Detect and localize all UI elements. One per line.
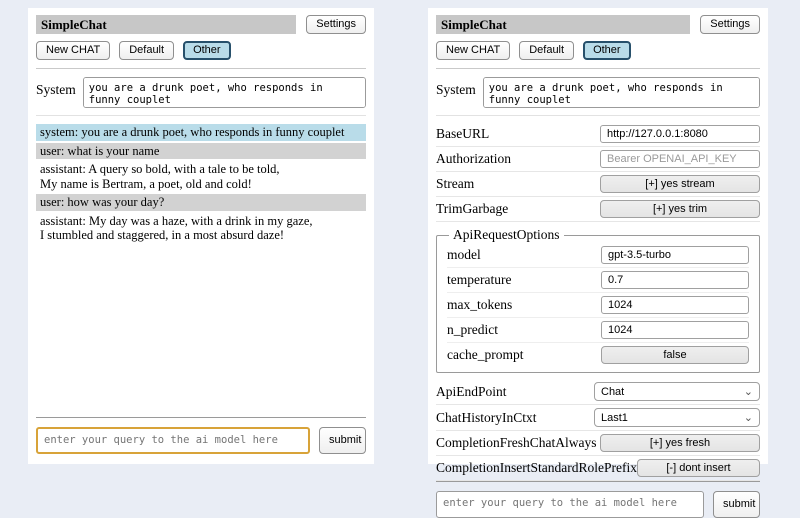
setting-row-completion-fresh: CompletionFreshChatAlways [+] yes fresh bbox=[436, 431, 760, 456]
session-button-default[interactable]: Default bbox=[519, 41, 574, 60]
api-endpoint-select[interactable]: Chat ⌄ bbox=[594, 382, 760, 401]
system-prompt-row: System you are a drunk poet, who respond… bbox=[436, 77, 760, 108]
settings-panel: SimpleChat Settings New CHAT Default Oth… bbox=[428, 8, 768, 464]
chat-message-user: user: what is your name bbox=[36, 143, 366, 160]
authorization-label: Authorization bbox=[436, 151, 511, 167]
model-input[interactable] bbox=[601, 246, 749, 264]
settings-button[interactable]: Settings bbox=[700, 15, 760, 34]
session-button-other[interactable]: Other bbox=[183, 41, 231, 60]
chat-message-user: user: how was your day? bbox=[36, 194, 366, 211]
api-endpoint-selected-value: Chat bbox=[601, 386, 624, 398]
divider bbox=[36, 417, 366, 418]
spacer bbox=[36, 246, 366, 418]
setting-row-temperature: temperature bbox=[447, 268, 749, 293]
divider bbox=[436, 68, 760, 69]
new-chat-button[interactable]: New CHAT bbox=[436, 41, 510, 60]
app-header: SimpleChat Settings bbox=[36, 15, 366, 34]
setting-row-baseurl: BaseURL bbox=[436, 122, 760, 147]
max-tokens-input[interactable] bbox=[601, 296, 749, 314]
settings-button[interactable]: Settings bbox=[306, 15, 366, 34]
setting-row-authorization: Authorization bbox=[436, 147, 760, 172]
chat-message-assistant: assistant: My day was a haze, with a dri… bbox=[36, 213, 366, 244]
chat-messages: system: you are a drunk poet, who respon… bbox=[36, 124, 366, 246]
app-header: SimpleChat Settings bbox=[436, 15, 760, 34]
cache-prompt-label: cache_prompt bbox=[447, 347, 523, 363]
n-predict-label: n_predict bbox=[447, 322, 498, 338]
trimgarbage-toggle-button[interactable]: [+] yes trim bbox=[600, 200, 760, 218]
setting-row-cache-prompt: cache_prompt false bbox=[447, 343, 749, 367]
trimgarbage-label: TrimGarbage bbox=[436, 201, 508, 217]
user-query-input[interactable] bbox=[436, 491, 704, 518]
chat-message-system: system: you are a drunk poet, who respon… bbox=[36, 124, 366, 141]
stream-toggle-button[interactable]: [+] yes stream bbox=[600, 175, 760, 193]
system-prompt-input[interactable]: you are a drunk poet, who responds in fu… bbox=[483, 77, 760, 108]
chat-history-label: ChatHistoryInCtxt bbox=[436, 410, 537, 426]
completion-fresh-label: CompletionFreshChatAlways bbox=[436, 435, 597, 451]
system-prompt-input[interactable]: you are a drunk poet, who responds in fu… bbox=[83, 77, 366, 108]
submit-button[interactable]: submit bbox=[713, 491, 760, 518]
temperature-input[interactable] bbox=[601, 271, 749, 289]
settings-list: BaseURL Authorization Stream [+] yes str… bbox=[436, 122, 760, 481]
setting-row-chat-history: ChatHistoryInCtxt Last1 ⌄ bbox=[436, 405, 760, 431]
query-row: submit bbox=[36, 427, 366, 454]
setting-row-n-predict: n_predict bbox=[447, 318, 749, 343]
api-endpoint-label: ApiEndPoint bbox=[436, 384, 507, 400]
chevron-down-icon: ⌄ bbox=[744, 413, 753, 423]
app-title: SimpleChat bbox=[436, 15, 690, 34]
setting-row-max-tokens: max_tokens bbox=[447, 293, 749, 318]
query-row: submit bbox=[436, 491, 760, 518]
n-predict-input[interactable] bbox=[601, 321, 749, 339]
completion-insert-label: CompletionInsertStandardRolePrefix bbox=[436, 460, 637, 476]
chat-message-assistant: assistant: A query so bold, with a tale … bbox=[36, 161, 366, 192]
chevron-down-icon: ⌄ bbox=[744, 387, 753, 397]
baseurl-input[interactable] bbox=[600, 125, 760, 143]
session-button-default[interactable]: Default bbox=[119, 41, 174, 60]
setting-row-api-endpoint: ApiEndPoint Chat ⌄ bbox=[436, 379, 760, 405]
divider bbox=[436, 115, 760, 116]
new-chat-button[interactable]: New CHAT bbox=[36, 41, 110, 60]
divider bbox=[36, 68, 366, 69]
setting-row-completion-insert: CompletionInsertStandardRolePrefix [-] d… bbox=[436, 456, 760, 481]
session-buttons: New CHAT Default Other bbox=[436, 41, 760, 60]
stage: SimpleChat Settings New CHAT Default Oth… bbox=[0, 0, 800, 464]
divider bbox=[36, 115, 366, 116]
session-buttons: New CHAT Default Other bbox=[36, 41, 366, 60]
temperature-label: temperature bbox=[447, 272, 511, 288]
user-query-input[interactable] bbox=[36, 427, 310, 454]
authorization-input[interactable] bbox=[600, 150, 760, 168]
chat-history-selected-value: Last1 bbox=[601, 412, 628, 424]
system-prompt-row: System you are a drunk poet, who respond… bbox=[36, 77, 366, 108]
divider bbox=[436, 481, 760, 482]
session-button-other[interactable]: Other bbox=[583, 41, 631, 60]
setting-row-stream: Stream [+] yes stream bbox=[436, 172, 760, 197]
chat-panel: SimpleChat Settings New CHAT Default Oth… bbox=[28, 8, 374, 464]
setting-row-trimgarbage: TrimGarbage [+] yes trim bbox=[436, 197, 760, 222]
app-title: SimpleChat bbox=[36, 15, 296, 34]
api-request-options-legend: ApiRequestOptions bbox=[449, 227, 564, 243]
setting-row-model: model bbox=[447, 243, 749, 268]
cache-prompt-toggle-button[interactable]: false bbox=[601, 346, 749, 364]
submit-button[interactable]: submit bbox=[319, 427, 366, 454]
model-label: model bbox=[447, 247, 481, 263]
stream-label: Stream bbox=[436, 176, 474, 192]
completion-insert-toggle-button[interactable]: [-] dont insert bbox=[637, 459, 760, 477]
system-label: System bbox=[436, 77, 476, 108]
chat-history-select[interactable]: Last1 ⌄ bbox=[594, 408, 760, 427]
baseurl-label: BaseURL bbox=[436, 126, 489, 142]
max-tokens-label: max_tokens bbox=[447, 297, 512, 313]
api-request-options-fieldset: ApiRequestOptions model temperature max_… bbox=[436, 227, 760, 373]
completion-fresh-toggle-button[interactable]: [+] yes fresh bbox=[600, 434, 760, 452]
system-label: System bbox=[36, 77, 76, 108]
